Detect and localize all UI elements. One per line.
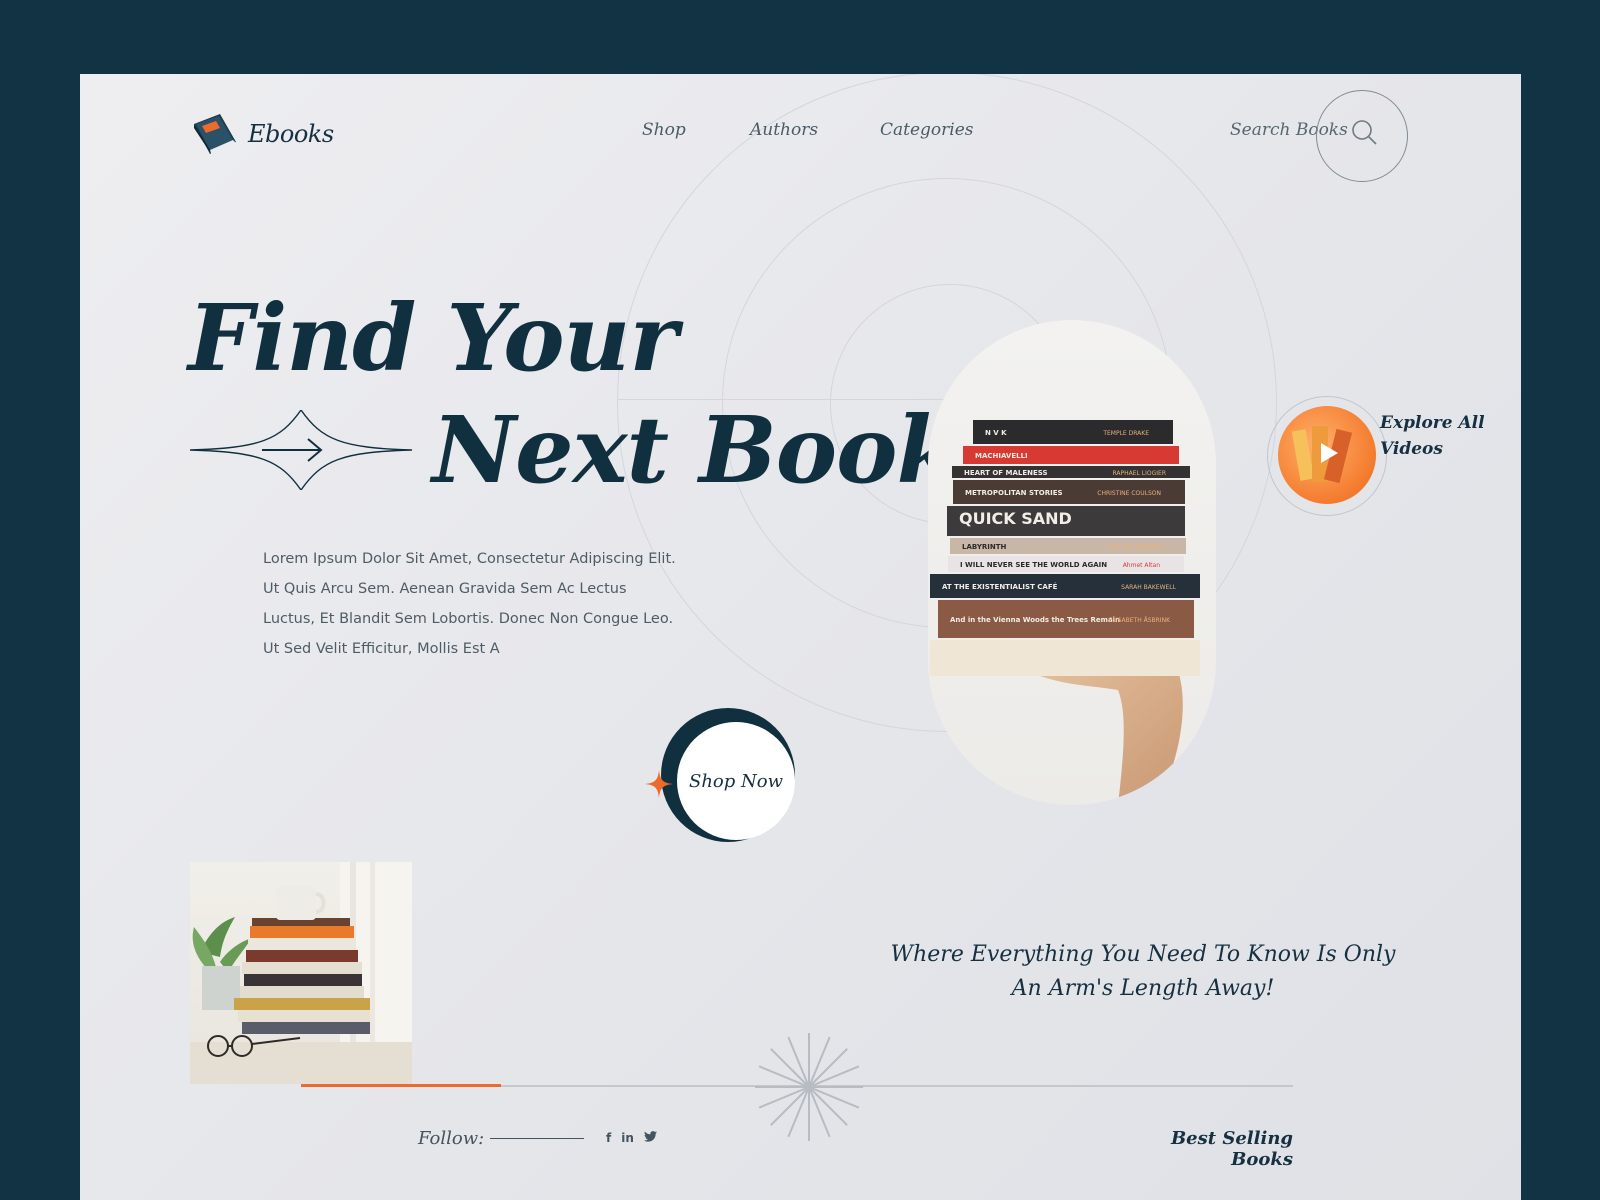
nav-authors[interactable]: Authors — [750, 120, 818, 140]
page: Ebooks Shop Authors Categories Search Bo… — [80, 74, 1521, 1200]
book-author: SARAH BAKEWELL — [1121, 584, 1176, 591]
hero-description: Lorem Ipsum Dolor Sit Amet, Consectetur … — [263, 551, 676, 657]
book-author: Ahmet Altan — [1123, 562, 1161, 569]
book-logo-icon — [194, 114, 236, 154]
sunburst-ray — [770, 1086, 810, 1126]
book-author: ELISABETH ÅSBRINK — [1109, 617, 1171, 624]
book-author: TEMPLE DRAKE — [1102, 430, 1149, 437]
brand-name: Ebooks — [248, 120, 334, 148]
nav-categories[interactable]: Categories — [880, 120, 974, 140]
book-author: RAPHAEL LIOGIER — [1112, 470, 1166, 477]
book-stack-illustration: N V K TEMPLE DRAKE MACHIAVELLI HEART OF MAL… — [930, 420, 1200, 805]
book-title: LABYRINTH — [962, 543, 1007, 551]
arrow-right-icon — [190, 410, 412, 490]
books-photo — [190, 862, 412, 1084]
sunburst-icon — [755, 1033, 863, 1141]
social-links: f in — [606, 1131, 657, 1145]
sunburst-ray — [808, 1048, 848, 1088]
explore-videos-label[interactable]: Explore All Videos — [1380, 410, 1500, 462]
search-icon[interactable] — [1350, 118, 1378, 146]
hero-book-stack-image: N V K TEMPLE DRAKE MACHIAVELLI HEART OF MAL… — [928, 320, 1216, 805]
shop-now-group: Shop Now — [641, 708, 795, 844]
book-title: And in the Vienna Woods the Trees Remain — [950, 616, 1120, 624]
book-author: BURHAN SÖNMEZ — [1108, 544, 1162, 551]
book-spine — [930, 640, 1200, 676]
progress-accent — [301, 1084, 501, 1087]
hero-title-line2: Next Book — [432, 396, 960, 504]
logo[interactable]: Ebooks — [190, 112, 334, 156]
best-selling-link[interactable]: Best Selling Books — [1130, 1128, 1293, 1170]
book-title: I WILL NEVER SEE THE WORLD AGAIN — [960, 561, 1107, 569]
explore-videos-button[interactable] — [1278, 406, 1376, 504]
book-title: HEART OF MALENESS — [964, 469, 1048, 477]
sparkle-icon — [645, 770, 673, 798]
twitter-icon[interactable] — [643, 1131, 657, 1145]
sunburst-ray — [770, 1048, 810, 1088]
small-book-stack — [234, 918, 370, 1034]
sunburst-ray — [808, 1086, 848, 1126]
book-title: QUICK SAND — [959, 509, 1072, 528]
books-thumbnail-icon — [1291, 426, 1353, 484]
tagline: Where Everything You Need To Know Is Onl… — [890, 942, 1396, 1001]
book-title: AT THE EXISTENTIALIST CAFÉ — [942, 582, 1058, 591]
nav-shop[interactable]: Shop — [642, 120, 686, 140]
book-title: N V K — [985, 429, 1007, 437]
hero-title-line1: Find Your — [188, 284, 678, 392]
book-title: METROPOLITAN STORIES — [965, 489, 1063, 497]
facebook-icon[interactable]: f — [606, 1131, 611, 1145]
book-title: MACHIAVELLI — [975, 452, 1028, 460]
follow-line — [490, 1138, 585, 1139]
linkedin-icon[interactable]: in — [621, 1131, 634, 1145]
follow-group: Follow: — [418, 1128, 585, 1149]
book-author: CHRISTINE COULSON — [1097, 490, 1161, 497]
books-with-mug-illustration — [190, 862, 412, 1084]
follow-label: Follow: — [418, 1128, 485, 1149]
shop-now-button[interactable]: Shop Now — [677, 722, 795, 840]
